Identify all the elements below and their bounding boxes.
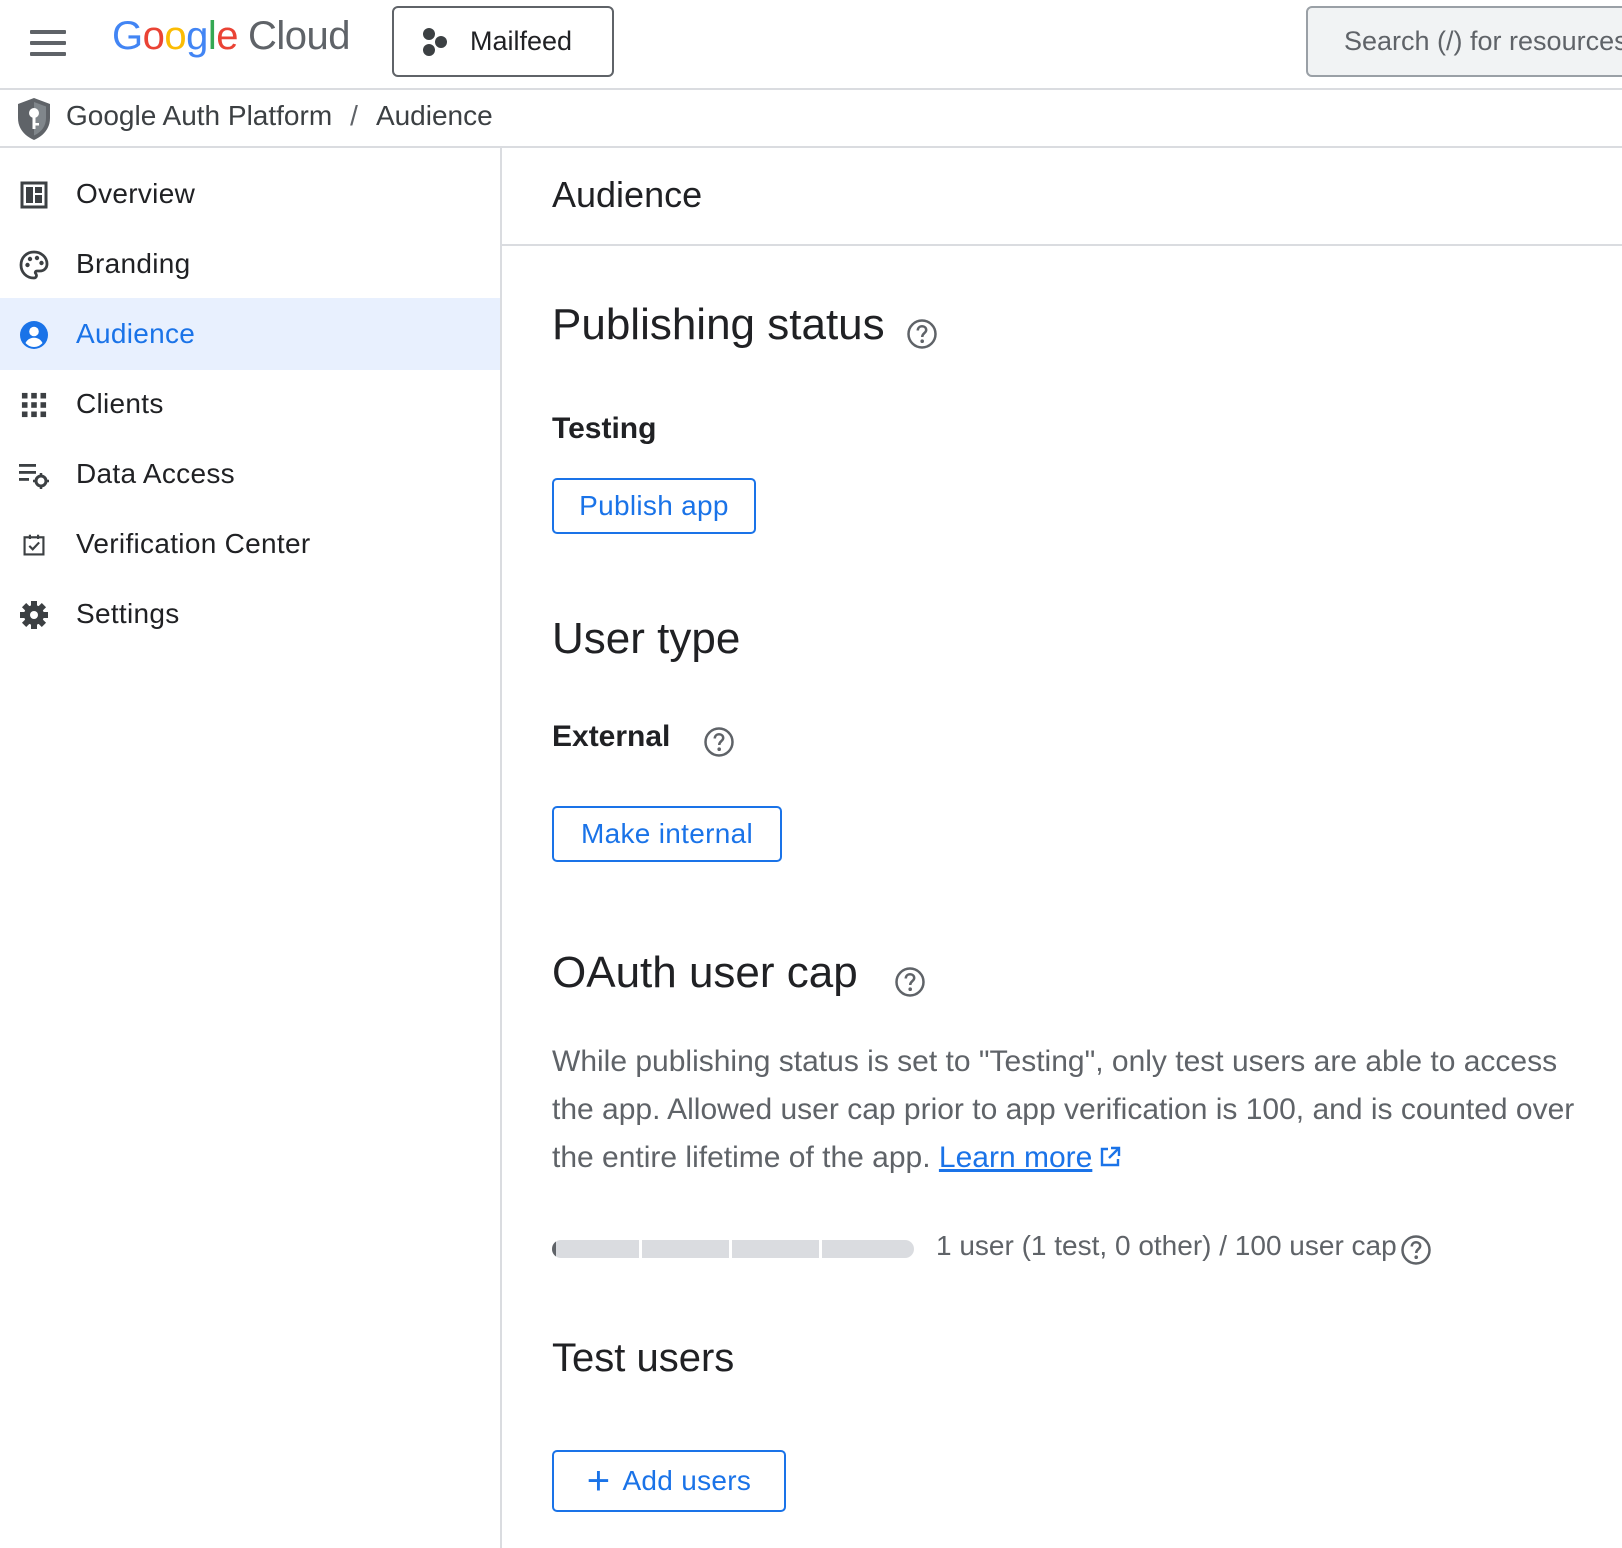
progress-segment-divider <box>819 1240 822 1258</box>
breadcrumb: Google Auth Platform / Audience <box>66 100 493 132</box>
sidebar-item-overview[interactable]: Overview <box>0 158 500 230</box>
user-cap-progress-fill <box>552 1240 556 1258</box>
add-users-button[interactable]: + Add users <box>552 1450 786 1512</box>
progress-segment-divider <box>639 1240 642 1258</box>
sidebar-item-clients[interactable]: Clients <box>0 368 500 440</box>
apps-grid-icon <box>18 389 50 421</box>
help-icon[interactable] <box>894 966 926 998</box>
sidebar-item-audience[interactable]: Audience <box>0 298 500 370</box>
hamburger-menu-icon[interactable] <box>28 26 68 60</box>
user-cap-description: While publishing status is set to "Testi… <box>552 1038 1602 1182</box>
google-cloud-logo[interactable]: Google Cloud <box>112 14 351 59</box>
list-settings-icon <box>18 459 50 491</box>
dashboard-icon <box>18 179 50 211</box>
sidebar-item-label: Verification Center <box>76 528 311 559</box>
account-circle-icon <box>18 319 50 351</box>
sidebar-item-label: Data Access <box>76 458 235 489</box>
breadcrumb-link-auth-platform[interactable]: Google Auth Platform <box>66 100 332 132</box>
sidebar-item-label: Audience <box>76 318 196 349</box>
help-icon[interactable] <box>1400 1234 1432 1266</box>
publishing-status-heading: Publishing status <box>552 300 885 349</box>
project-picker-button[interactable]: Mailfeed <box>392 6 614 77</box>
help-icon[interactable] <box>703 726 735 758</box>
gear-icon <box>18 599 50 631</box>
main-content: Audience Publishing status Testing Publi… <box>502 148 1622 1548</box>
test-users-heading: Test users <box>552 1336 735 1380</box>
left-nav: Overview Branding Audience Clients Data … <box>0 148 502 1548</box>
palette-icon <box>18 249 50 281</box>
sidebar-item-label: Clients <box>76 388 164 419</box>
user-type-value: External <box>552 720 671 753</box>
oauth-user-cap-heading: OAuth user cap <box>552 948 858 997</box>
plus-icon: + <box>586 1459 611 1503</box>
page-title: Audience <box>552 174 703 215</box>
user-cap-progress-bar <box>552 1240 914 1258</box>
shield-key-icon <box>18 98 50 140</box>
breadcrumb-bar: Google Auth Platform / Audience <box>0 90 1622 148</box>
top-app-bar: Google Cloud Mailfeed <box>0 0 1622 90</box>
help-icon[interactable] <box>906 318 938 350</box>
user-cap-usage-text: 1 user (1 test, 0 other) / 100 user cap <box>936 1230 1397 1261</box>
sidebar-item-verification-center[interactable]: Verification Center <box>0 508 500 580</box>
sidebar-item-data-access[interactable]: Data Access <box>0 438 500 510</box>
external-link-icon <box>1101 1146 1121 1167</box>
publish-app-button[interactable]: Publish app <box>552 478 756 534</box>
learn-more-link[interactable]: Learn more <box>939 1141 1092 1174</box>
sidebar-item-label: Settings <box>76 598 180 629</box>
search-input[interactable] <box>1344 26 1622 57</box>
sidebar-item-label: Overview <box>76 178 196 209</box>
sidebar-item-label: Branding <box>76 248 191 279</box>
breadcrumb-current: Audience <box>375 100 493 131</box>
sidebar-item-settings[interactable]: Settings <box>0 578 500 650</box>
page-header: Audience <box>502 148 1622 246</box>
publishing-status-value: Testing <box>552 412 657 445</box>
user-type-heading: User type <box>552 614 741 663</box>
progress-segment-divider <box>729 1240 732 1258</box>
project-name: Mailfeed <box>470 26 573 56</box>
breadcrumb-separator: / <box>350 100 358 131</box>
sidebar-item-branding[interactable]: Branding <box>0 228 500 300</box>
search-bar[interactable] <box>1306 6 1622 77</box>
project-hexagons-icon <box>423 27 447 56</box>
add-users-label: Add users <box>622 1465 752 1496</box>
make-internal-button[interactable]: Make internal <box>552 806 782 862</box>
checkbox-icon <box>18 529 50 561</box>
